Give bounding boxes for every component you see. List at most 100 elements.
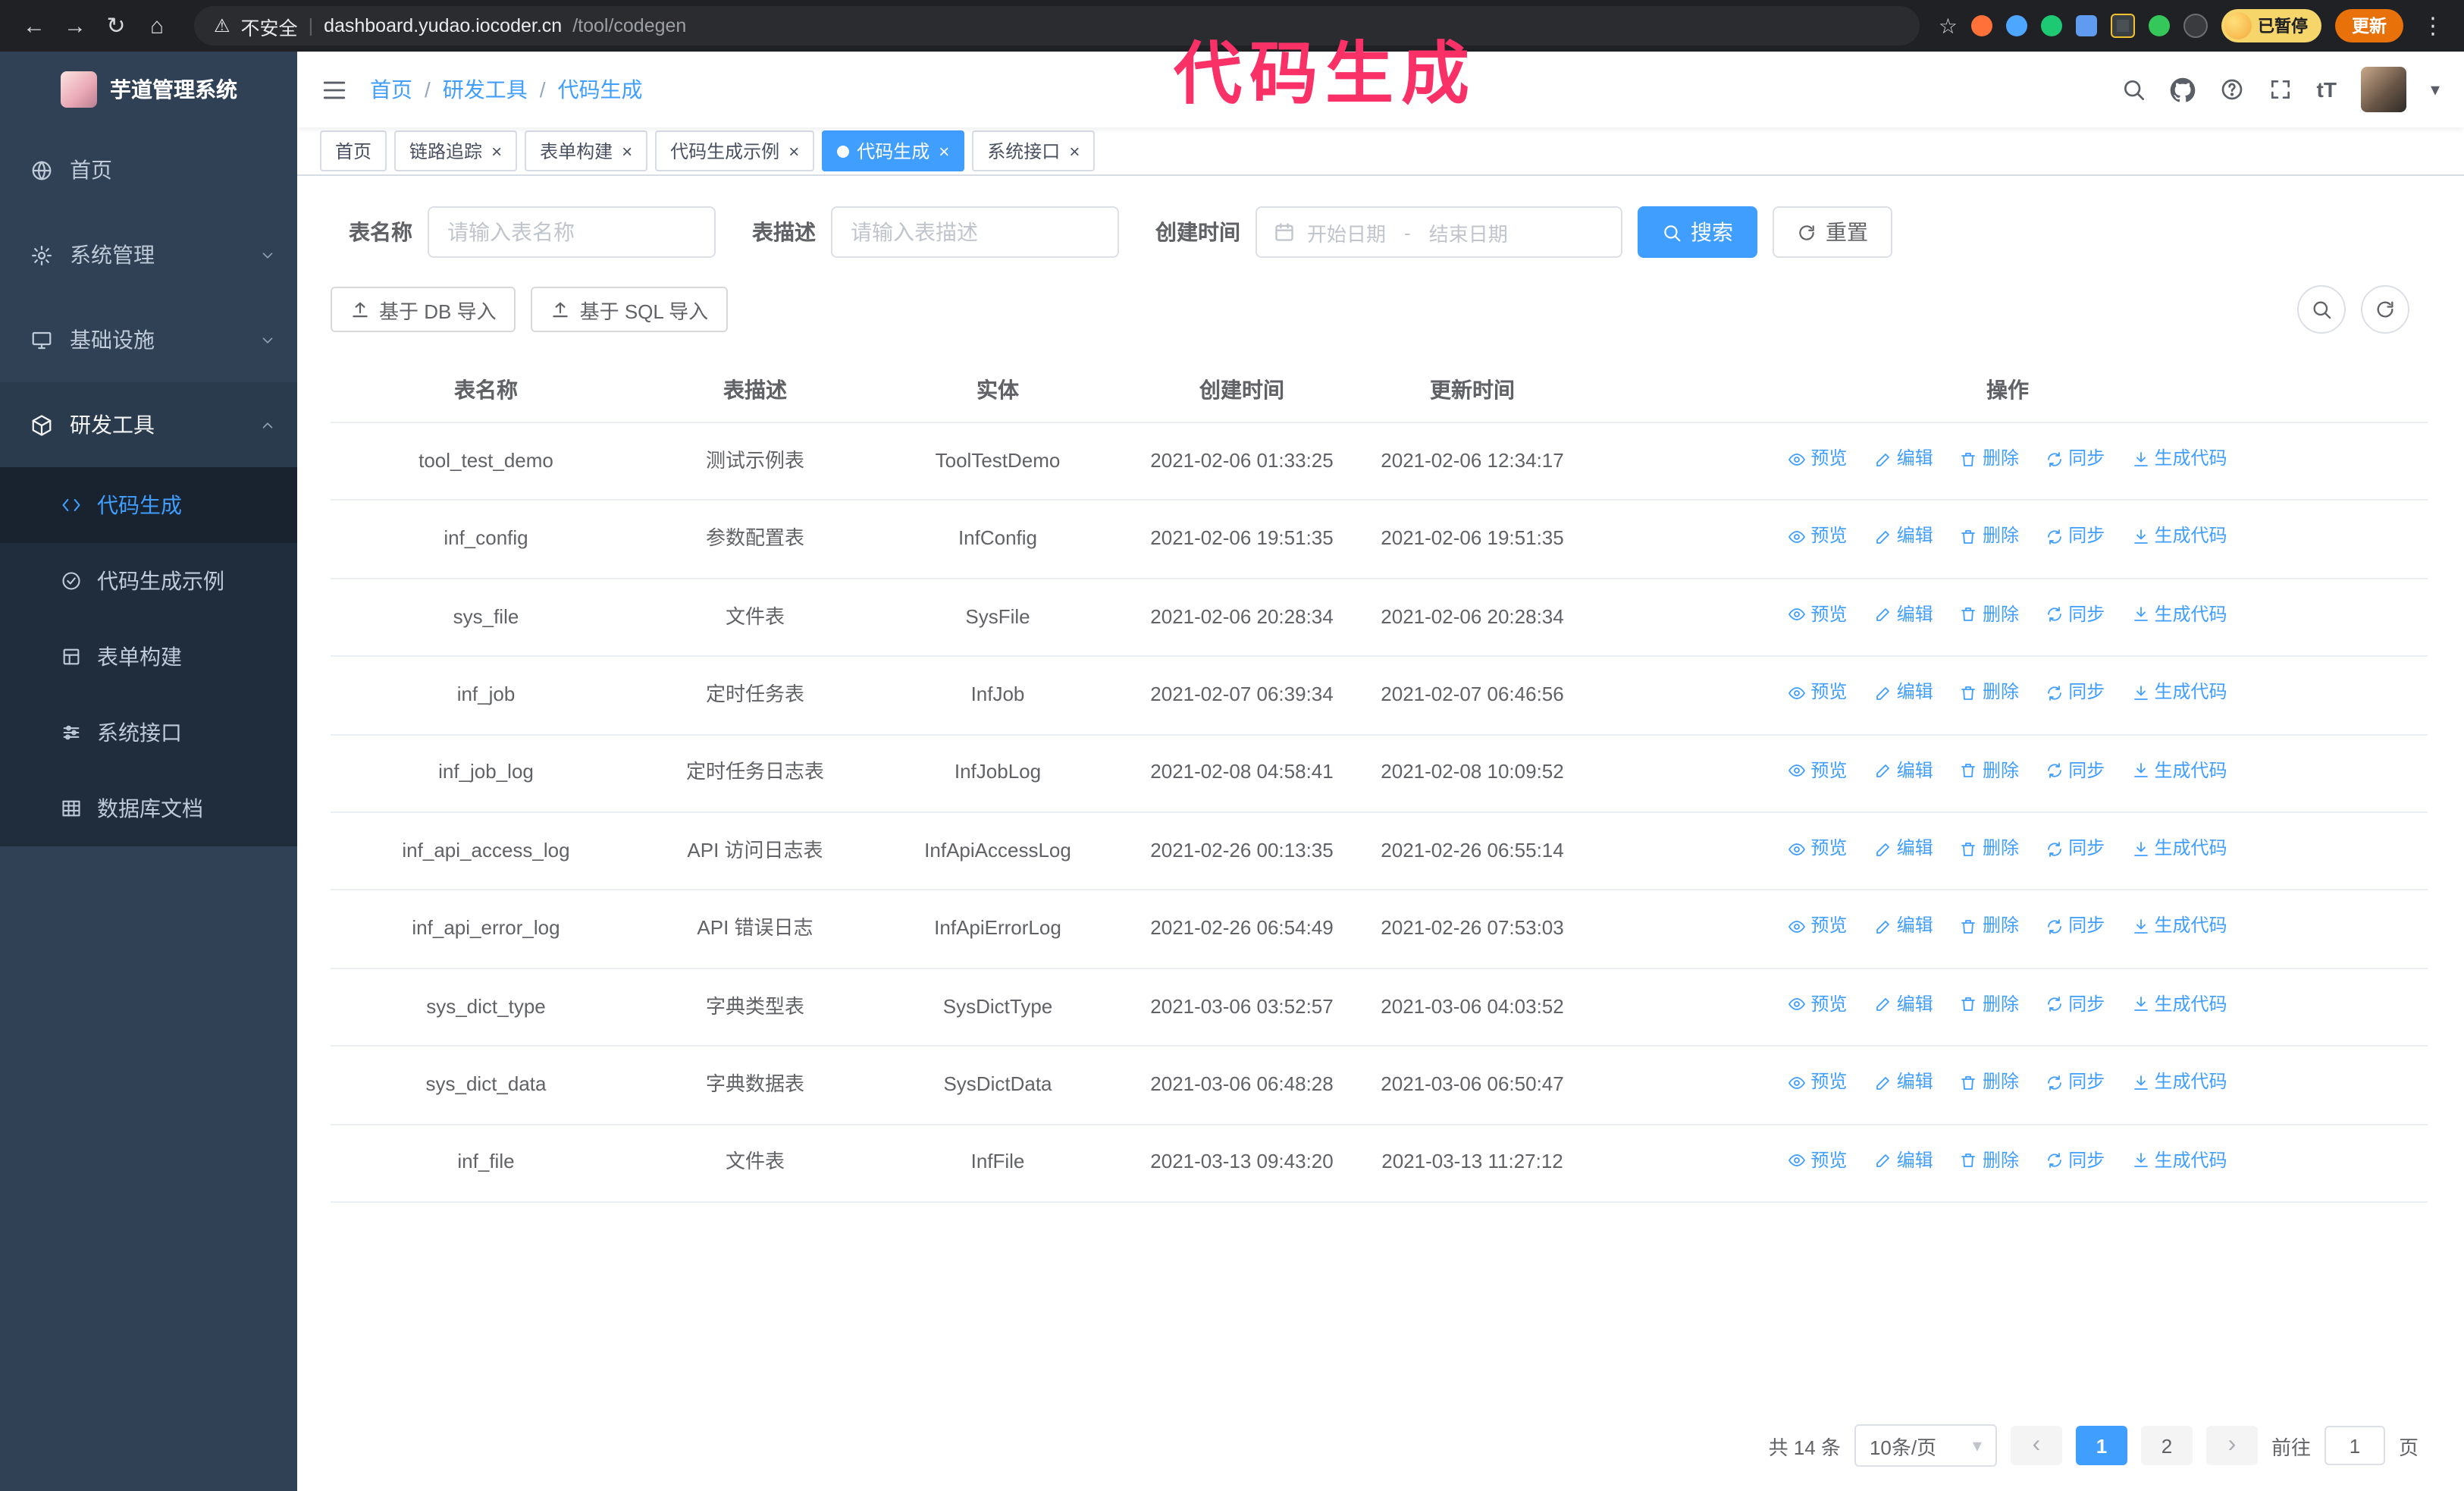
extension-icon[interactable] [2149, 15, 2170, 36]
browser-update-button[interactable]: 更新 [2335, 9, 2403, 42]
generate-code-link[interactable]: 生成代码 [2132, 523, 2227, 551]
delete-link[interactable]: 删除 [1960, 1068, 2019, 1097]
preview-link[interactable]: 预览 [1788, 678, 1847, 707]
avatar-caret-icon[interactable]: ▾ [2431, 79, 2440, 100]
edit-link[interactable]: 编辑 [1874, 523, 1933, 551]
breadcrumb-dev-tools[interactable]: 研发工具 [443, 74, 528, 105]
close-icon[interactable]: × [491, 142, 502, 160]
generate-code-link[interactable]: 生成代码 [2132, 912, 2227, 941]
goto-page-input[interactable] [2324, 1426, 2385, 1465]
close-icon[interactable]: × [1069, 142, 1080, 160]
preview-link[interactable]: 预览 [1788, 1146, 1847, 1175]
sync-link[interactable]: 同步 [2045, 523, 2105, 551]
sidebar-item-system-mgmt[interactable]: 系统管理 [0, 212, 297, 297]
extension-icon[interactable] [1971, 15, 1992, 36]
sync-link[interactable]: 同步 [2045, 834, 2105, 863]
edit-link[interactable]: 编辑 [1874, 1068, 1933, 1097]
next-page-button[interactable]: › [2205, 1426, 2258, 1465]
extension-icon[interactable] [2006, 15, 2027, 36]
edit-link[interactable]: 编辑 [1874, 678, 1933, 707]
delete-link[interactable]: 删除 [1960, 523, 2019, 551]
sidebar-item-system-api[interactable]: 系统接口 [0, 695, 297, 771]
sidebar-item-form-builder[interactable]: 表单构建 [0, 619, 297, 695]
home-icon[interactable]: ⌂ [138, 7, 176, 45]
sidebar-item-dev-tools[interactable]: 研发工具 [0, 382, 297, 467]
tab-trace[interactable]: 链路追踪 × [394, 130, 518, 171]
delete-link[interactable]: 删除 [1960, 912, 2019, 941]
tab-codegen[interactable]: 代码生成 × [822, 130, 965, 171]
preview-link[interactable]: 预览 [1788, 834, 1847, 863]
generate-code-link[interactable]: 生成代码 [2132, 990, 2227, 1019]
github-icon[interactable] [2170, 77, 2196, 102]
sync-link[interactable]: 同步 [2045, 444, 2105, 473]
page-button-2[interactable]: 2 [2140, 1426, 2193, 1465]
tab-home[interactable]: 首页 [320, 130, 387, 171]
date-range-picker[interactable]: 开始日期 - 结束日期 [1256, 206, 1622, 258]
edit-link[interactable]: 编辑 [1874, 756, 1933, 785]
sync-link[interactable]: 同步 [2045, 756, 2105, 785]
font-size-icon[interactable]: tT [2317, 77, 2337, 102]
edit-link[interactable]: 编辑 [1874, 834, 1933, 863]
delete-link[interactable]: 删除 [1960, 601, 2019, 629]
sidebar-item-home[interactable]: 首页 [0, 127, 297, 212]
extension-icon[interactable] [2183, 14, 2208, 38]
preview-link[interactable]: 预览 [1788, 912, 1847, 941]
sync-link[interactable]: 同步 [2045, 1068, 2105, 1097]
table-desc-input[interactable] [831, 206, 1119, 258]
close-icon[interactable]: × [622, 142, 632, 160]
edit-link[interactable]: 编辑 [1874, 444, 1933, 473]
sync-link[interactable]: 同步 [2045, 1146, 2105, 1175]
preview-link[interactable]: 预览 [1788, 1068, 1847, 1097]
menu-fold-icon[interactable] [321, 77, 347, 102]
refresh-table-button[interactable] [2361, 285, 2409, 334]
import-db-button[interactable]: 基于 DB 导入 [331, 287, 516, 332]
sidebar-item-codegen[interactable]: 代码生成 [0, 467, 297, 543]
prev-page-button[interactable]: ‹ [2010, 1426, 2062, 1465]
sync-link[interactable]: 同步 [2045, 678, 2105, 707]
sidebar-item-infrastructure[interactable]: 基础设施 [0, 297, 297, 382]
breadcrumb-home[interactable]: 首页 [370, 74, 412, 105]
page-size-select[interactable]: 10条/页 ▾ [1854, 1424, 1997, 1467]
generate-code-link[interactable]: 生成代码 [2132, 444, 2227, 473]
url-bar[interactable]: ⚠ 不安全 | dashboard.yudao.iocoder.cn/tool/… [194, 6, 1920, 46]
generate-code-link[interactable]: 生成代码 [2132, 756, 2227, 785]
table-name-input[interactable] [428, 206, 716, 258]
search-button[interactable]: 搜索 [1638, 206, 1757, 258]
generate-code-link[interactable]: 生成代码 [2132, 601, 2227, 629]
close-icon[interactable]: × [939, 142, 949, 160]
reload-icon[interactable]: ↻ [97, 7, 135, 45]
close-icon[interactable]: × [788, 142, 799, 160]
delete-link[interactable]: 删除 [1960, 834, 2019, 863]
search-icon[interactable] [2121, 77, 2146, 102]
extension-icon[interactable] [2041, 15, 2062, 36]
delete-link[interactable]: 删除 [1960, 756, 2019, 785]
fullscreen-icon[interactable] [2268, 77, 2293, 102]
edit-link[interactable]: 编辑 [1874, 601, 1933, 629]
security-label[interactable]: 不安全 [241, 11, 298, 40]
browser-menu-icon[interactable]: ⋮ [2417, 12, 2449, 39]
delete-link[interactable]: 删除 [1960, 678, 2019, 707]
sidebar-item-db-doc[interactable]: 数据库文档 [0, 771, 297, 846]
generate-code-link[interactable]: 生成代码 [2132, 1068, 2227, 1097]
edit-link[interactable]: 编辑 [1874, 1146, 1933, 1175]
page-button-1[interactable]: 1 [2075, 1426, 2127, 1465]
preview-link[interactable]: 预览 [1788, 601, 1847, 629]
preview-link[interactable]: 预览 [1788, 444, 1847, 473]
sync-link[interactable]: 同步 [2045, 990, 2105, 1019]
import-sql-button[interactable]: 基于 SQL 导入 [531, 287, 729, 332]
sidebar-item-codegen-example[interactable]: 代码生成示例 [0, 543, 297, 619]
preview-link[interactable]: 预览 [1788, 523, 1847, 551]
delete-link[interactable]: 删除 [1960, 990, 2019, 1019]
tab-system-api[interactable]: 系统接口 × [972, 130, 1096, 171]
extension-icon[interactable] [2111, 14, 2135, 38]
sync-link[interactable]: 同步 [2045, 912, 2105, 941]
reset-button[interactable]: 重置 [1773, 206, 1892, 258]
generate-code-link[interactable]: 生成代码 [2132, 1146, 2227, 1175]
toggle-search-button[interactable] [2297, 285, 2346, 334]
edit-link[interactable]: 编辑 [1874, 912, 1933, 941]
tab-codegen-example[interactable]: 代码生成示例 × [655, 130, 815, 171]
forward-icon[interactable]: → [56, 7, 94, 45]
profile-paused-badge[interactable]: 已暂停 [2221, 9, 2321, 42]
delete-link[interactable]: 删除 [1960, 444, 2019, 473]
extension-icon[interactable] [2076, 15, 2097, 36]
